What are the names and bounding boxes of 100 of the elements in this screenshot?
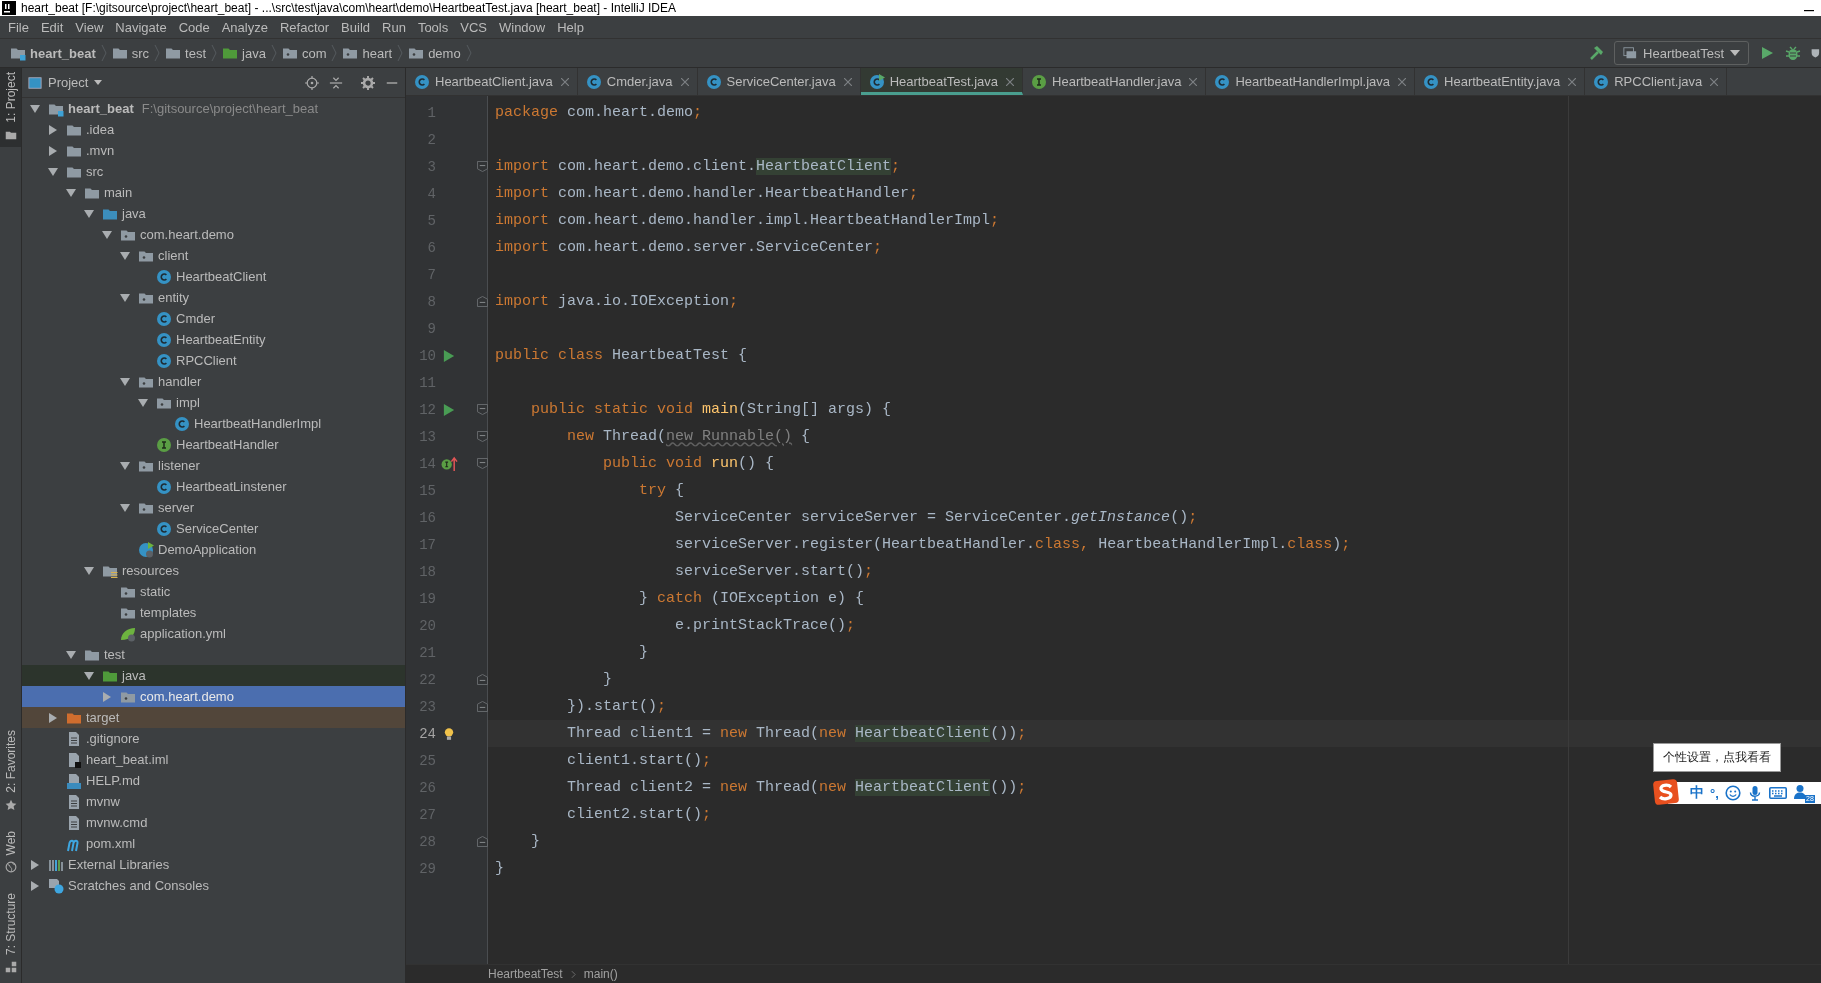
fold-icon[interactable] — [477, 674, 488, 685]
breadcrumb-item[interactable]: test — [163, 45, 209, 61]
tree-item[interactable]: main — [22, 182, 405, 203]
tree-item[interactable]: HeartbeatEntity — [22, 329, 405, 350]
menu-item[interactable]: Run — [376, 19, 412, 35]
tree-item[interactable]: src — [22, 161, 405, 182]
expand-arrow-icon[interactable] — [102, 229, 112, 240]
tree-item[interactable]: HeartbeatHandlerImpl — [22, 413, 405, 434]
menu-item[interactable]: Help — [551, 19, 590, 35]
fold-icon[interactable] — [477, 836, 488, 847]
fold-icon[interactable] — [477, 431, 488, 442]
expand-arrow-icon[interactable] — [30, 880, 40, 891]
editor-tab[interactable]: HeartbeatClient.java — [406, 68, 578, 95]
expand-arrow-icon[interactable] — [84, 670, 94, 681]
tool-window-button[interactable]: 2: Favorites — [0, 725, 21, 817]
fold-icon[interactable] — [477, 161, 488, 172]
tree-item[interactable]: .gitignore — [22, 728, 405, 749]
fold-icon[interactable] — [477, 701, 488, 712]
run-configuration-dropdown[interactable]: HeartbeatTest — [1614, 41, 1749, 65]
tree-item[interactable]: .mvn — [22, 140, 405, 161]
menu-item[interactable]: Window — [492, 19, 552, 35]
settings-icon[interactable] — [361, 75, 375, 90]
tree-item[interactable]: heart_beat.iml — [22, 749, 405, 770]
tree-item[interactable]: static — [22, 581, 405, 602]
tree-item[interactable]: java — [22, 203, 405, 224]
fold-icon[interactable] — [477, 296, 488, 307]
editor-tab[interactable]: ServiceCenter.java — [697, 68, 861, 95]
close-icon[interactable] — [560, 77, 569, 86]
locate-icon[interactable] — [305, 75, 319, 90]
close-icon[interactable] — [680, 77, 689, 86]
menu-item[interactable]: VCS — [454, 19, 493, 35]
tree-item[interactable]: HeartbeatClient — [22, 266, 405, 287]
tree-item[interactable]: mvnw — [22, 791, 405, 812]
editor-tab[interactable]: HeartbeatHandler.java — [1023, 68, 1207, 95]
tool-window-button[interactable]: Web — [0, 826, 21, 879]
editor-tab[interactable]: Cmder.java — [577, 68, 698, 95]
tree-item[interactable]: pom.xml — [22, 833, 405, 854]
implements-icon[interactable] — [440, 456, 458, 471]
project-view-dropdown[interactable]: Project — [28, 75, 103, 90]
breadcrumb-item[interactable]: heart_beat — [8, 45, 98, 61]
tool-window-button[interactable]: 7: Structure — [0, 888, 21, 979]
fold-icon[interactable] — [477, 404, 488, 415]
tree-item[interactable]: templates — [22, 602, 405, 623]
expand-arrow-icon[interactable] — [120, 292, 130, 303]
tree-item[interactable]: application.yml — [22, 623, 405, 644]
menu-item[interactable]: View — [69, 19, 110, 35]
expand-arrow-icon[interactable] — [30, 103, 40, 114]
expand-arrow-icon[interactable] — [30, 859, 40, 870]
debug-icon[interactable] — [1785, 45, 1801, 61]
menu-item[interactable]: Tools — [411, 19, 455, 35]
editor-tab[interactable]: HeartbeatTest.java — [860, 68, 1024, 95]
editor-tab[interactable]: RPCClient.java — [1585, 68, 1728, 95]
tree-item[interactable]: Cmder — [22, 308, 405, 329]
tool-window-button[interactable]: 1: Project — [0, 68, 21, 147]
expand-arrow-icon[interactable] — [66, 187, 76, 198]
tree-item[interactable]: com.heart.demo — [22, 224, 405, 245]
close-icon[interactable] — [1006, 77, 1015, 86]
tree-item[interactable]: mvnw.cmd — [22, 812, 405, 833]
expand-arrow-icon[interactable] — [48, 166, 58, 177]
expand-arrow-icon[interactable] — [48, 124, 58, 135]
hammer-icon[interactable] — [1588, 45, 1605, 61]
collapse-all-icon[interactable] — [329, 75, 343, 90]
fold-icon[interactable] — [477, 458, 488, 469]
breadcrumb-item[interactable]: demo — [406, 45, 463, 61]
menu-item[interactable]: Code — [172, 19, 216, 35]
tree-item[interactable]: listener — [22, 455, 405, 476]
tree-item[interactable]: RPCClient — [22, 350, 405, 371]
tree-item[interactable]: ServiceCenter — [22, 518, 405, 539]
close-icon[interactable] — [1710, 77, 1719, 86]
lightbulb-icon[interactable] — [444, 726, 454, 741]
tree-item[interactable]: target — [22, 707, 405, 728]
tree-item[interactable]: .idea — [22, 119, 405, 140]
expand-arrow-icon[interactable] — [48, 145, 58, 156]
keyboard-icon[interactable] — [1768, 786, 1787, 800]
close-icon[interactable] — [1189, 77, 1198, 86]
menu-item[interactable]: Navigate — [109, 19, 173, 35]
punctuation-toggle[interactable]: °, — [1710, 785, 1719, 801]
tree-item[interactable]: HELP.md — [22, 770, 405, 791]
close-icon[interactable] — [843, 77, 852, 86]
menu-item[interactable]: File — [2, 19, 35, 35]
tree-item[interactable]: test — [22, 644, 405, 665]
expand-arrow-icon[interactable] — [120, 250, 130, 261]
breadcrumb-item[interactable]: src — [109, 45, 152, 61]
tree-item[interactable]: Scratches and Consoles — [22, 875, 405, 896]
tree-item[interactable]: heart_beat F:\gitsource\project\heart_beat — [22, 98, 405, 119]
tree-item[interactable]: java — [22, 665, 405, 686]
expand-arrow-icon[interactable] — [84, 208, 94, 219]
expand-arrow-icon[interactable] — [120, 502, 130, 513]
run-icon[interactable] — [1759, 45, 1775, 61]
menu-item[interactable]: Analyze — [215, 19, 274, 35]
menu-item[interactable]: Edit — [34, 19, 70, 35]
tree-item[interactable]: entity — [22, 287, 405, 308]
tree-item[interactable]: handler — [22, 371, 405, 392]
tree-item[interactable]: HeartbeatLinstener — [22, 476, 405, 497]
close-icon[interactable] — [1398, 77, 1407, 86]
breadcrumb-item[interactable]: java — [220, 45, 268, 61]
breadcrumb-item[interactable]: heart — [340, 45, 395, 61]
tree-item[interactable]: client — [22, 245, 405, 266]
tree-item[interactable]: com.heart.demo — [22, 686, 405, 707]
expand-arrow-icon[interactable] — [66, 649, 76, 660]
